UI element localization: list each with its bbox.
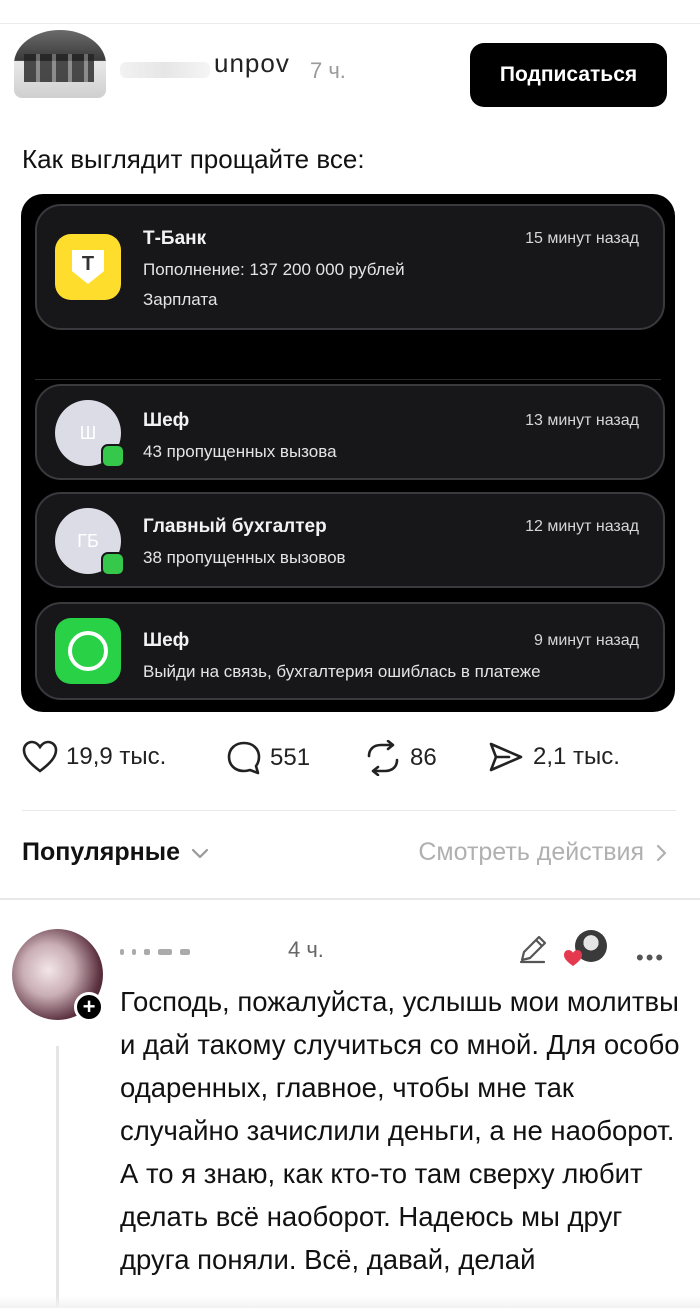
author-heart-icon xyxy=(564,950,582,966)
notification-card-tbank: Т Т-Банк 15 минут назад Пополнение: 137 … xyxy=(35,204,665,330)
view-actions-link[interactable]: Смотреть действия xyxy=(418,838,668,867)
more-options-icon[interactable]: ••• xyxy=(636,945,665,971)
whatsapp-phone-icon xyxy=(68,631,108,671)
notification-card-chef-calls: Ш Шеф 13 минут назад 43 пропущенных вызо… xyxy=(35,384,665,480)
top-divider xyxy=(0,23,700,24)
share-send-icon xyxy=(489,742,523,772)
notification-text: Выйди на связь, бухгалтерия ошиблась в п… xyxy=(143,662,541,681)
post-header: unpov 7 ч. Подписаться xyxy=(0,28,700,128)
reposts-count: 86 xyxy=(410,744,437,771)
contact-initials: ГБ xyxy=(77,530,99,551)
author-avatar[interactable] xyxy=(14,30,106,98)
image-separator xyxy=(35,372,661,380)
thread-line xyxy=(56,1046,59,1308)
notification-time: 12 минут назад xyxy=(525,518,639,535)
notification-title: Шеф xyxy=(143,410,190,431)
sort-dropdown[interactable]: Популярные xyxy=(22,838,210,867)
comments-button[interactable]: 551 xyxy=(226,740,310,776)
chevron-right-icon xyxy=(656,844,667,861)
comment-text: Господь, пожалуйста, услышь мои молитвы … xyxy=(120,986,680,1275)
comment-bubble-icon xyxy=(227,741,261,775)
phone-badge-icon xyxy=(101,552,125,576)
notification-card-accountant-calls: ГБ Главный бухгалтер 12 минут назад 38 п… xyxy=(35,492,665,588)
sort-label: Популярные xyxy=(22,838,181,866)
share-button[interactable]: 2,1 тыс. xyxy=(487,740,620,774)
comment-time: 4 ч. xyxy=(288,937,324,962)
chevron-down-icon xyxy=(191,848,209,858)
whatsapp-icon xyxy=(55,618,121,684)
subscribe-button[interactable]: Подписаться xyxy=(470,43,667,107)
notification-time: 9 минут назад xyxy=(533,632,639,649)
repost-button[interactable]: 86 xyxy=(364,740,437,776)
likes-count: 19,9 тыс. xyxy=(66,743,167,770)
author-name-blur xyxy=(120,62,210,78)
author-name[interactable]: unpov xyxy=(214,48,290,79)
notification-text: 38 пропущенных вызовов xyxy=(143,548,346,567)
notification-title: Т-Банк xyxy=(143,228,207,249)
stats-divider xyxy=(22,810,676,811)
notification-title: Главный бухгалтер xyxy=(143,516,327,537)
shares-count: 2,1 тыс. xyxy=(533,743,620,770)
tbank-shield-icon: Т xyxy=(72,250,104,284)
view-actions-label: Смотреть действия xyxy=(418,838,644,866)
phone-badge-icon xyxy=(101,444,125,468)
notification-subtext: Зарплата xyxy=(143,290,218,309)
post-image[interactable]: Т Т-Банк 15 минут назад Пополнение: 137 … xyxy=(21,194,675,712)
notification-time: 13 минут назад xyxy=(525,412,639,429)
pencil-icon[interactable] xyxy=(516,932,550,966)
notification-text: 43 пропущенных вызова xyxy=(143,442,337,461)
notification-card-whatsapp: Шеф 9 минут назад Выйди на связь, бухгал… xyxy=(35,602,665,700)
heart-icon xyxy=(22,740,58,773)
follow-plus-icon[interactable]: + xyxy=(74,992,104,1022)
post-time: 7 ч. xyxy=(310,58,346,83)
tbank-icon: Т xyxy=(55,234,121,300)
post-stats: 19,9 тыс. 551 86 2,1 тыс. xyxy=(0,740,700,788)
repost-icon xyxy=(367,740,399,776)
notification-time: 15 минут назад xyxy=(525,230,639,247)
notification-text: Пополнение: 137 200 000 рублей xyxy=(143,260,405,279)
comments-count: 551 xyxy=(270,744,311,771)
bottom-edge xyxy=(0,1296,700,1308)
notification-title: Шеф xyxy=(143,630,190,651)
contact-initials: Ш xyxy=(79,422,97,443)
commenter-name-blur xyxy=(120,942,285,958)
section-divider xyxy=(0,898,700,900)
like-button[interactable]: 19,9 тыс. xyxy=(22,740,166,774)
post-text: Как выглядит прощайте все: xyxy=(22,144,365,174)
